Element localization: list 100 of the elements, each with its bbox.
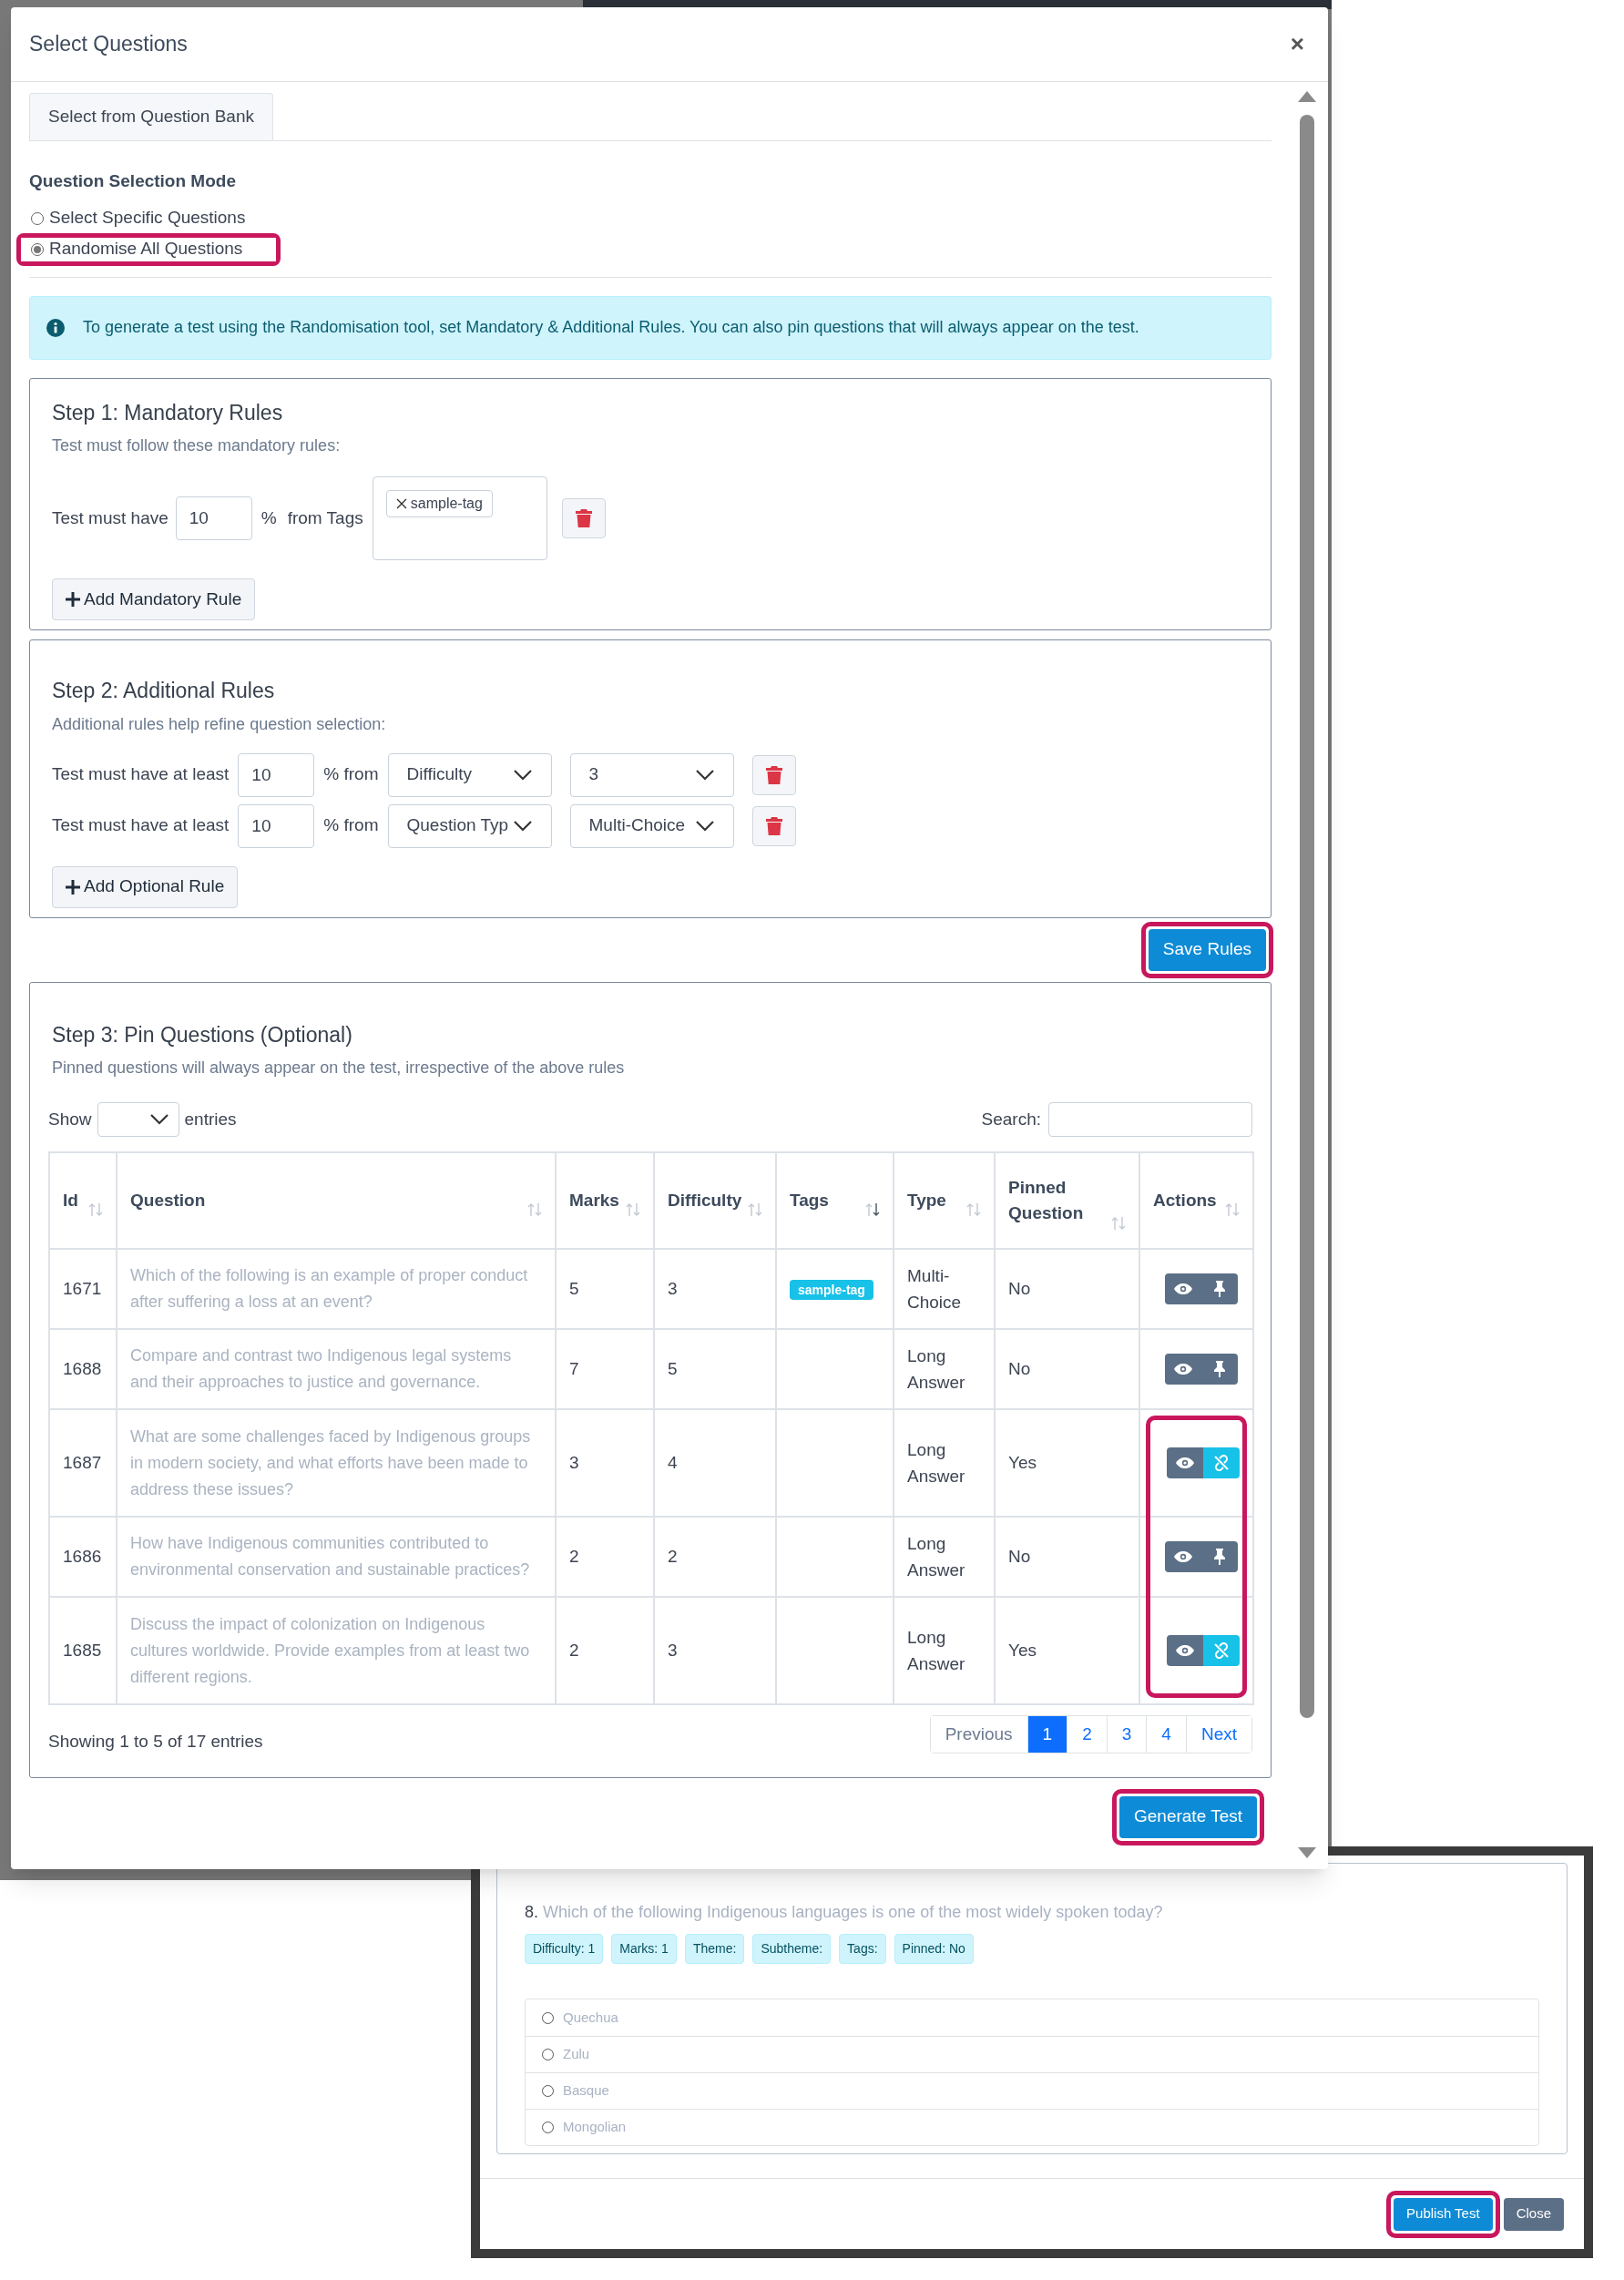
sort-icon: [527, 1202, 542, 1218]
column-header[interactable]: Marks: [556, 1152, 654, 1249]
step-subtitle: Test must follow these mandatory rules:: [52, 435, 342, 456]
dropdown[interactable]: Difficulty: [387, 752, 552, 797]
pin-icon: [1213, 1281, 1226, 1297]
trash-icon: [575, 509, 592, 527]
view-button[interactable]: [1165, 1273, 1201, 1304]
publish-button[interactable]: Publish Test: [1394, 2197, 1493, 2231]
table-cell: Multi-Choice: [894, 1249, 995, 1329]
pin-button[interactable]: [1201, 1354, 1238, 1385]
scroll-down-icon[interactable]: [1298, 1847, 1316, 1858]
generate-button[interactable]: Generate Test: [1119, 1795, 1257, 1838]
remove-icon[interactable]: [395, 498, 407, 509]
close-button[interactable]: Close: [1503, 2197, 1564, 2231]
column-header[interactable]: Pinned Question: [995, 1152, 1139, 1249]
step-subtitle: Additional rules help refine question selection:: [52, 713, 387, 735]
table-cell: Long Answer: [894, 1409, 995, 1517]
question-text: 8. Which of the following Indigenous languages is one of the most widely spoken today?: [525, 1902, 1164, 1923]
broken-link-icon: [1213, 1455, 1230, 1471]
table-cell: 1688: [49, 1329, 117, 1409]
pin-icon: [1213, 1549, 1226, 1565]
save-button[interactable]: Save Rules: [1148, 928, 1266, 971]
chevron-down-icon: [694, 768, 715, 782]
scrollbar-thumb[interactable]: [1300, 115, 1314, 1718]
sort-icon: [1225, 1202, 1240, 1218]
step-title: Step 2: Additional Rules: [52, 678, 276, 704]
delete-button[interactable]: [561, 498, 606, 538]
eye-icon: [1175, 1644, 1195, 1657]
trash-icon: [765, 816, 782, 835]
scroll-up-icon[interactable]: [1298, 91, 1316, 102]
page-button[interactable]: Next: [1185, 1716, 1251, 1753]
eye-icon: [1175, 1457, 1195, 1469]
plus-icon: [66, 879, 80, 895]
step-title: Step 1: Mandatory Rules: [52, 399, 284, 426]
section-label: Question Selection Mode: [29, 170, 237, 192]
view-button[interactable]: [1167, 1447, 1203, 1478]
view-button[interactable]: [1165, 1354, 1201, 1385]
dropdown[interactable]: Question Typ: [387, 803, 552, 848]
table-cell: Long Answer: [894, 1329, 995, 1409]
chevron-down-icon: [694, 819, 715, 833]
search-field[interactable]: [1048, 1102, 1252, 1137]
table-cell: 2: [556, 1517, 654, 1597]
question-cell: Which of the following is an example of proper conduct after suffering a loss at an event?: [117, 1249, 556, 1329]
sort-icon: [865, 1202, 880, 1218]
tag-field[interactable]: sample-tag: [372, 476, 547, 560]
table-cell: 3: [654, 1597, 776, 1704]
pin-button[interactable]: [1201, 1273, 1238, 1304]
entries-label: entries: [184, 1108, 237, 1130]
table-cell: 1685: [49, 1597, 117, 1704]
tag-badge: sample-tag: [790, 1279, 873, 1300]
column-header[interactable]: Tags: [776, 1152, 894, 1249]
rule-label: Test must have at least: [52, 763, 230, 786]
info-text: To generate a test using the Randomisation tool, set Mandatory & Additional Rules. You can also pin questions that will always appear on the test.: [83, 317, 1139, 338]
info-badge: Tags:: [839, 1934, 886, 1964]
number-field[interactable]: 10: [238, 752, 315, 797]
table-cell: No: [995, 1329, 1139, 1409]
page-button[interactable]: 1: [1026, 1716, 1067, 1753]
table-cell: No: [995, 1249, 1139, 1329]
tag-chip[interactable]: sample-tag: [385, 490, 493, 517]
info-badge: Marks: 1: [611, 1934, 677, 1964]
table-cell: 3: [556, 1409, 654, 1517]
dropdown[interactable]: 3: [569, 752, 734, 797]
step-subtitle: Pinned questions will always appear on the test, irrespective of the above rules: [52, 1058, 626, 1079]
view-button[interactable]: [1165, 1541, 1201, 1572]
number-field[interactable]: 10: [238, 803, 315, 848]
question-cell: Discuss the impact of colonization on Indigenous cultures worldwide. Provide examples from at least two different regions.: [117, 1597, 556, 1704]
column-header[interactable]: Difficulty: [654, 1152, 776, 1249]
column-header[interactable]: Actions: [1139, 1152, 1253, 1249]
column-header[interactable]: Type: [894, 1152, 995, 1249]
eye-icon: [1173, 1363, 1193, 1375]
table-cell: No: [995, 1517, 1139, 1597]
close-button[interactable]: ×: [1290, 26, 1304, 62]
rule-unit: %: [260, 506, 277, 529]
column-header[interactable]: Question: [117, 1152, 556, 1249]
table-cell: 5: [654, 1329, 776, 1409]
entries-summary: Showing 1 to 5 of 17 entries: [48, 1731, 263, 1753]
table-cell: 1686: [49, 1517, 117, 1597]
search-label: Search:: [981, 1108, 1041, 1130]
pin-button[interactable]: [1201, 1541, 1238, 1572]
tab[interactable]: Select from Question Bank: [29, 93, 273, 140]
delete-button[interactable]: [751, 754, 796, 795]
rule-label: % from: [323, 763, 379, 786]
delete-button[interactable]: [751, 805, 796, 846]
eye-icon: [1173, 1550, 1193, 1563]
rule-label: from Tags: [287, 506, 363, 529]
sort-icon: [1111, 1215, 1126, 1231]
number-field[interactable]: 10: [175, 496, 252, 540]
add-rule-button[interactable]: Add Optional Rule: [52, 865, 239, 908]
info-badge: Difficulty: 1: [525, 1934, 604, 1964]
sort-icon: [966, 1202, 981, 1218]
dropdown[interactable]: Multi-Choice: [569, 803, 734, 848]
chevron-down-icon: [512, 768, 533, 782]
table-cell: Yes: [995, 1409, 1139, 1517]
table-cell: 3: [654, 1249, 776, 1329]
info-icon: [46, 318, 65, 337]
radio-option[interactable]: Randomise All Questions: [21, 237, 276, 261]
column-header[interactable]: Id: [49, 1152, 117, 1249]
plus-icon: [66, 592, 80, 607]
view-button[interactable]: [1167, 1635, 1203, 1666]
add-rule-button[interactable]: Add Mandatory Rule: [52, 578, 256, 620]
